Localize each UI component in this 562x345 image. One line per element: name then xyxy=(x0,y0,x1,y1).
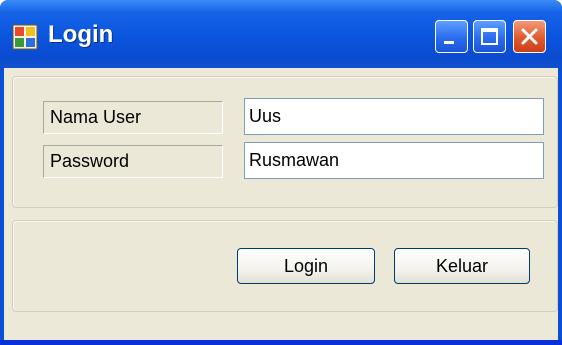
username-label: Nama User xyxy=(43,101,223,134)
app-form-icon xyxy=(12,24,38,50)
exit-button[interactable]: Keluar xyxy=(394,248,530,284)
login-window: Login Nama User Password Logi xyxy=(0,0,562,345)
credentials-panel: Nama User Password xyxy=(12,76,558,208)
window-bottom-border xyxy=(0,340,562,345)
title-bar[interactable]: Login xyxy=(0,0,562,68)
close-icon xyxy=(521,28,538,45)
password-label: Password xyxy=(43,145,223,178)
maximize-button[interactable] xyxy=(473,20,506,53)
username-input[interactable] xyxy=(244,98,544,135)
window-title: Login xyxy=(48,21,114,48)
form-client-area: Nama User Password Login Keluar xyxy=(4,68,558,345)
minimize-button[interactable] xyxy=(435,20,468,53)
close-button[interactable] xyxy=(513,20,546,53)
password-input[interactable] xyxy=(244,142,544,179)
login-button[interactable]: Login xyxy=(237,248,375,284)
maximize-icon xyxy=(481,28,498,45)
minimize-icon xyxy=(444,41,454,44)
